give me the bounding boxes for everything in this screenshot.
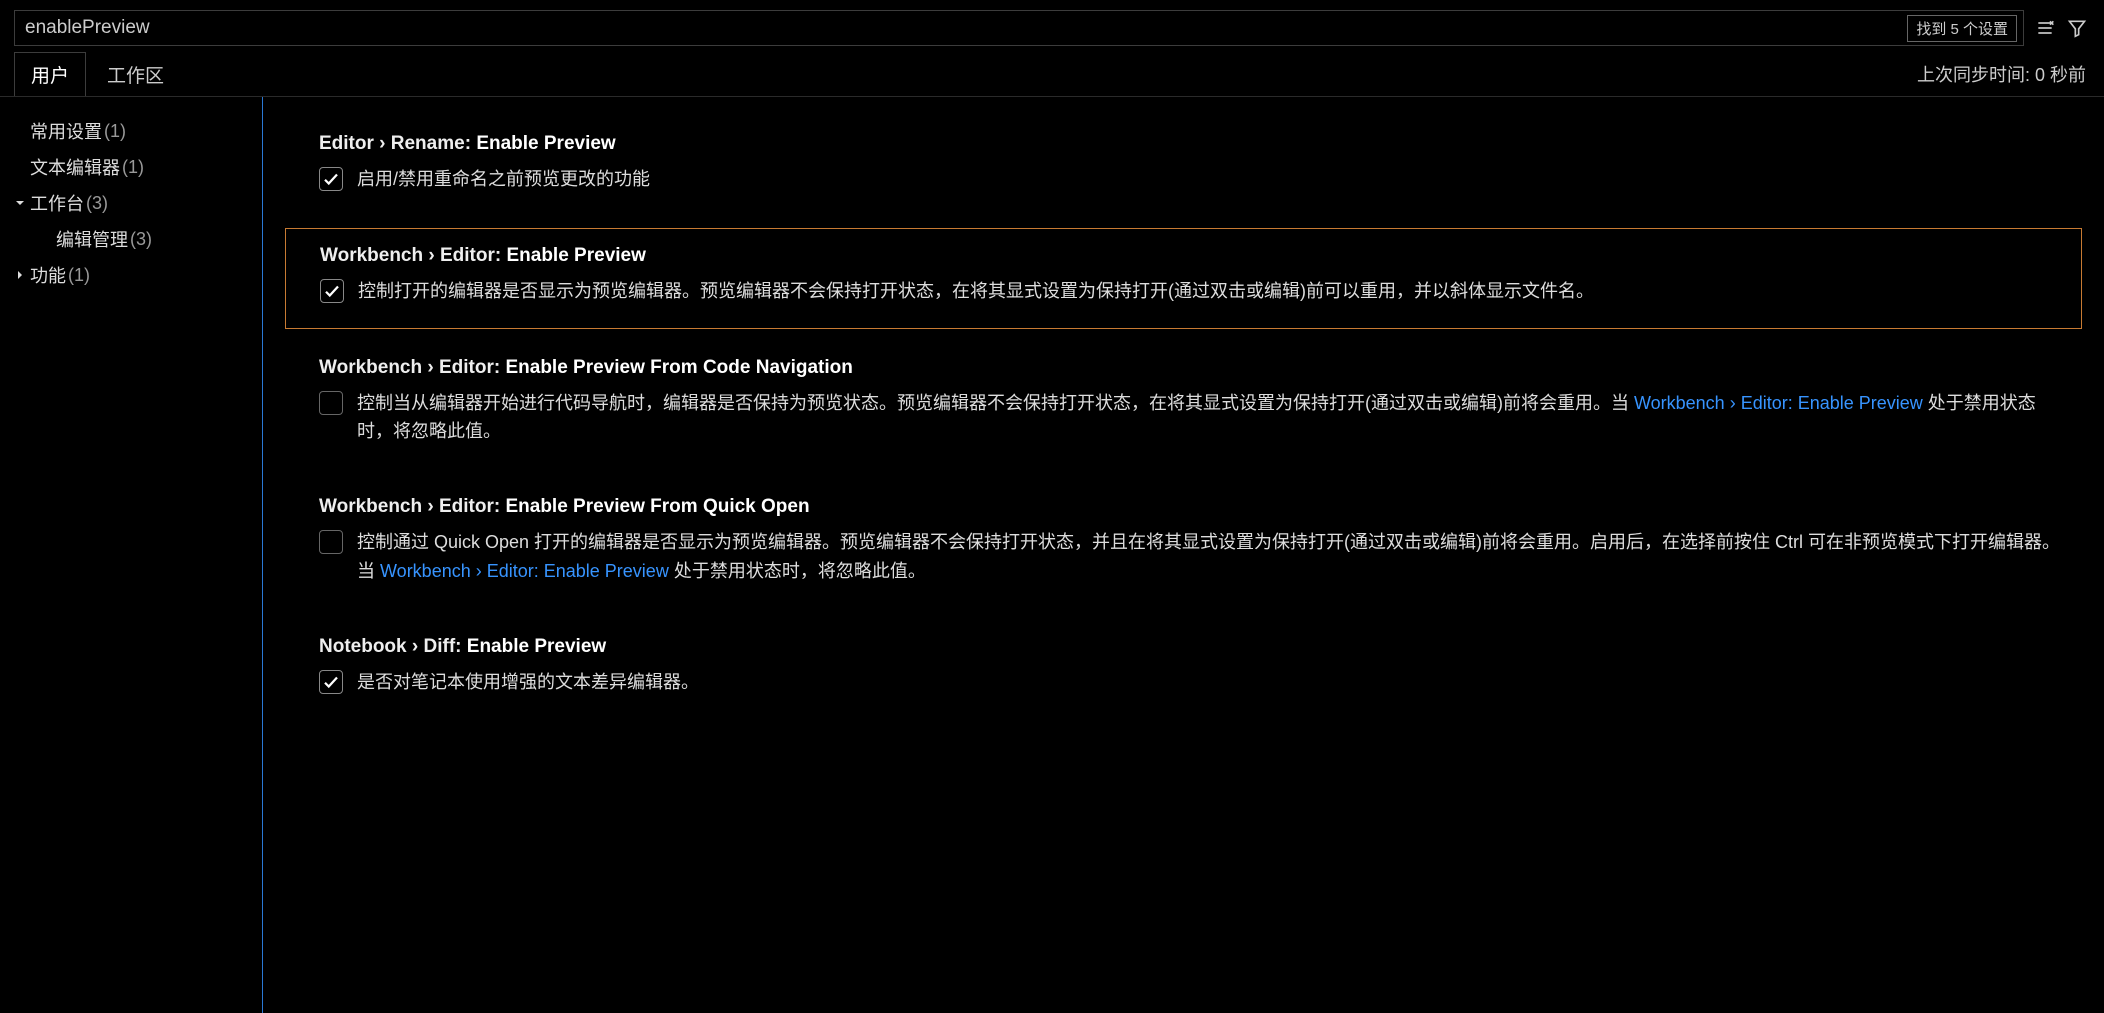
setting-title: Workbench › Editor: Enable Preview From … — [319, 496, 2064, 518]
settings-content: Editor › Rename: Enable Preview 启用/禁用重命名之… — [263, 97, 2104, 1013]
setting-checkbox[interactable] — [320, 279, 344, 303]
setting-title: Workbench › Editor: Enable Preview From … — [319, 357, 2064, 379]
setting-workbench.editor.enablePreview: Workbench › Editor: Enable Preview 控制打开的编… — [285, 228, 2082, 329]
clear-search-icon[interactable] — [2032, 15, 2058, 41]
sidebar-item-1[interactable]: 文本编辑器 (1) — [0, 149, 262, 185]
sidebar-item-label: 文本编辑器 — [30, 154, 120, 180]
setting-description: 是否对笔记本使用增强的文本差异编辑器。 — [357, 668, 699, 697]
setting-description: 控制通过 Quick Open 打开的编辑器是否显示为预览编辑器。预览编辑器不会… — [357, 528, 2064, 586]
search-input-container: 找到 5 个设置 — [14, 10, 2024, 46]
setting-checkbox[interactable] — [319, 167, 343, 191]
setting-description: 控制打开的编辑器是否显示为预览编辑器。预览编辑器不会保持打开状态，在将其显式设置… — [358, 277, 1594, 306]
sync-status: 上次同步时间: 0 秒前 — [1913, 53, 2090, 95]
setting-description: 启用/禁用重命名之前预览更改的功能 — [357, 165, 650, 194]
sidebar-item-4[interactable]: 功能 (1) — [0, 257, 262, 293]
tab-workspace[interactable]: 工作区 — [90, 52, 181, 96]
settings-sidebar: 常用设置 (1)文本编辑器 (1)工作台 (3)编辑管理 (3)功能 (1) — [0, 97, 262, 1013]
setting-checkbox[interactable] — [319, 391, 343, 415]
setting-workbench.editor.enablePreviewFromQuickOpen: Workbench › Editor: Enable Preview From … — [263, 480, 2084, 608]
settings-search-input[interactable] — [15, 11, 1907, 45]
setting-link[interactable]: Workbench › Editor: Enable Preview — [1634, 393, 1923, 413]
setting-checkbox[interactable] — [319, 530, 343, 554]
sidebar-item-3[interactable]: 编辑管理 (3) — [0, 221, 262, 257]
setting-checkbox[interactable] — [319, 670, 343, 694]
sidebar-item-label: 常用设置 — [30, 118, 102, 144]
tab-user[interactable]: 用户 — [14, 52, 86, 96]
search-result-count: 找到 5 个设置 — [1907, 15, 2017, 42]
filter-icon[interactable] — [2064, 15, 2090, 41]
sidebar-item-count: (1) — [122, 157, 144, 178]
setting-title: Workbench › Editor: Enable Preview — [320, 245, 2061, 267]
setting-editor.rename.enablePreview: Editor › Rename: Enable Preview 启用/禁用重命名之… — [263, 117, 2084, 216]
chevron-down-icon — [10, 195, 30, 211]
sidebar-item-count: (3) — [130, 229, 152, 250]
setting-description: 控制当从编辑器开始进行代码导航时，编辑器是否保持为预览状态。预览编辑器不会保持打… — [357, 389, 2064, 447]
sidebar-item-label: 功能 — [30, 262, 66, 288]
setting-link[interactable]: Workbench › Editor: Enable Preview — [380, 561, 669, 581]
sidebar-item-count: (1) — [68, 265, 90, 286]
setting-notebook.diff.enablePreview: Notebook › Diff: Enable Preview 是否对笔记本使用增… — [263, 620, 2084, 719]
sidebar-item-count: (1) — [104, 121, 126, 142]
setting-title: Notebook › Diff: Enable Preview — [319, 636, 2064, 658]
sidebar-item-2[interactable]: 工作台 (3) — [0, 185, 262, 221]
setting-workbench.editor.enablePreviewFromCodeNavigation: Workbench › Editor: Enable Preview From … — [263, 341, 2084, 469]
sidebar-item-label: 编辑管理 — [56, 226, 128, 252]
sidebar-item-label: 工作台 — [30, 190, 84, 216]
sidebar-item-count: (3) — [86, 193, 108, 214]
chevron-right-icon — [10, 267, 30, 283]
setting-title: Editor › Rename: Enable Preview — [319, 133, 2064, 155]
sidebar-item-0[interactable]: 常用设置 (1) — [0, 113, 262, 149]
